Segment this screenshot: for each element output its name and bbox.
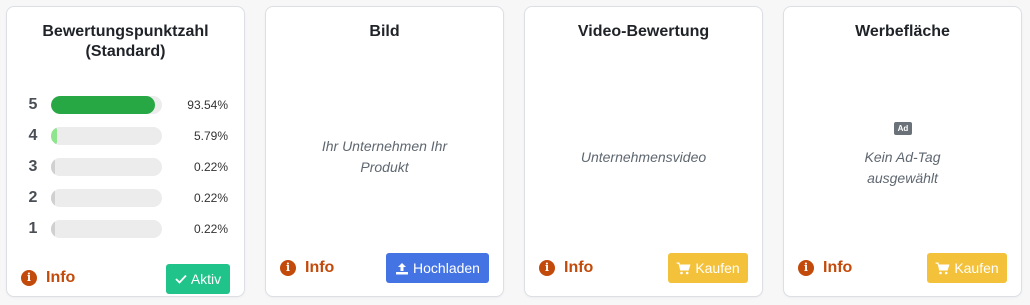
card-title: Werbefläche [855,23,950,40]
rating-bar-fill [51,158,55,176]
rating-stars-label: 5 [28,96,38,113]
rating-percent: 5.79% [193,129,228,143]
rating-bar-fill [51,189,55,207]
buy-button[interactable]: Kaufen [927,253,1007,283]
rating-bar [51,127,162,145]
info-icon: i [21,270,37,286]
card-title: Bewertungspunktzahl (Standard) [42,23,209,60]
buy-button[interactable]: Kaufen [668,253,748,283]
info-link[interactable]: i Info [798,259,852,277]
rating-stars-label: 2 [28,189,38,206]
ad-badge: Ad [894,122,912,135]
upload-button-label: Hochladen [413,260,480,276]
ad-placeholder-text: Kein Ad-Tag ausgewählt [864,149,941,186]
rating-row: 2 0.22% [7,187,244,209]
rating-bar [51,158,162,176]
video-card: Video-Bewertung Unternehmensvideo i Info… [524,6,763,297]
rating-row: 4 5.79% [7,125,244,147]
rating-row: 1 0.22% [7,218,244,240]
video-placeholder-text: Unternehmensvideo [580,149,707,165]
rating-bar-fill [51,220,55,238]
rating-bar [51,220,162,238]
rating-stars-label: 3 [28,158,38,175]
info-label: Info [305,259,335,276]
rating-percent: 0.22% [193,191,228,205]
rating-row: 3 0.22% [7,156,244,178]
info-label: Info [46,269,76,286]
info-link[interactable]: i Info [280,259,334,277]
rating-stars-label: 4 [28,127,38,144]
image-placeholder-text: Ihr Unternehmen Ihr Produkt [321,138,448,175]
info-icon: i [798,260,814,276]
info-label: Info [823,259,853,276]
active-button[interactable]: Aktiv [166,264,230,294]
image-card: Bild Ihr Unternehmen Ihr Produkt i Info … [265,6,504,297]
rating-bar [51,189,162,207]
upload-button[interactable]: Hochladen [386,253,489,283]
rating-stars-label: 1 [28,220,38,237]
info-icon: i [280,260,296,276]
info-icon: i [539,260,555,276]
rating-card: Bewertungspunktzahl (Standard) 5 93.54% 4 5… [6,6,245,297]
cart-icon [676,262,691,274]
info-link[interactable]: i Info [539,259,593,277]
rating-bar [51,96,162,114]
cart-icon [935,262,950,274]
card-title: Bild [369,23,400,40]
rating-percent: 93.54% [187,98,228,112]
card-title: Video-Bewertung [577,23,710,40]
active-button-label: Aktiv [190,271,222,287]
ad-card: Werbefläche Ad Kein Ad-Tag ausgewählt i … [783,6,1022,297]
upload-icon [396,262,409,274]
rating-percent: 0.22% [193,222,228,236]
info-link[interactable]: i Info [21,269,75,287]
rating-bar-fill [51,96,155,114]
info-label: Info [564,259,594,276]
rating-bar-fill [51,127,58,145]
buy-button-label: Kaufen [695,260,740,276]
buy-button-label: Kaufen [954,260,999,276]
rating-row: 5 93.54% [7,94,244,116]
rating-percent: 0.22% [193,160,228,174]
check-icon [175,274,187,284]
